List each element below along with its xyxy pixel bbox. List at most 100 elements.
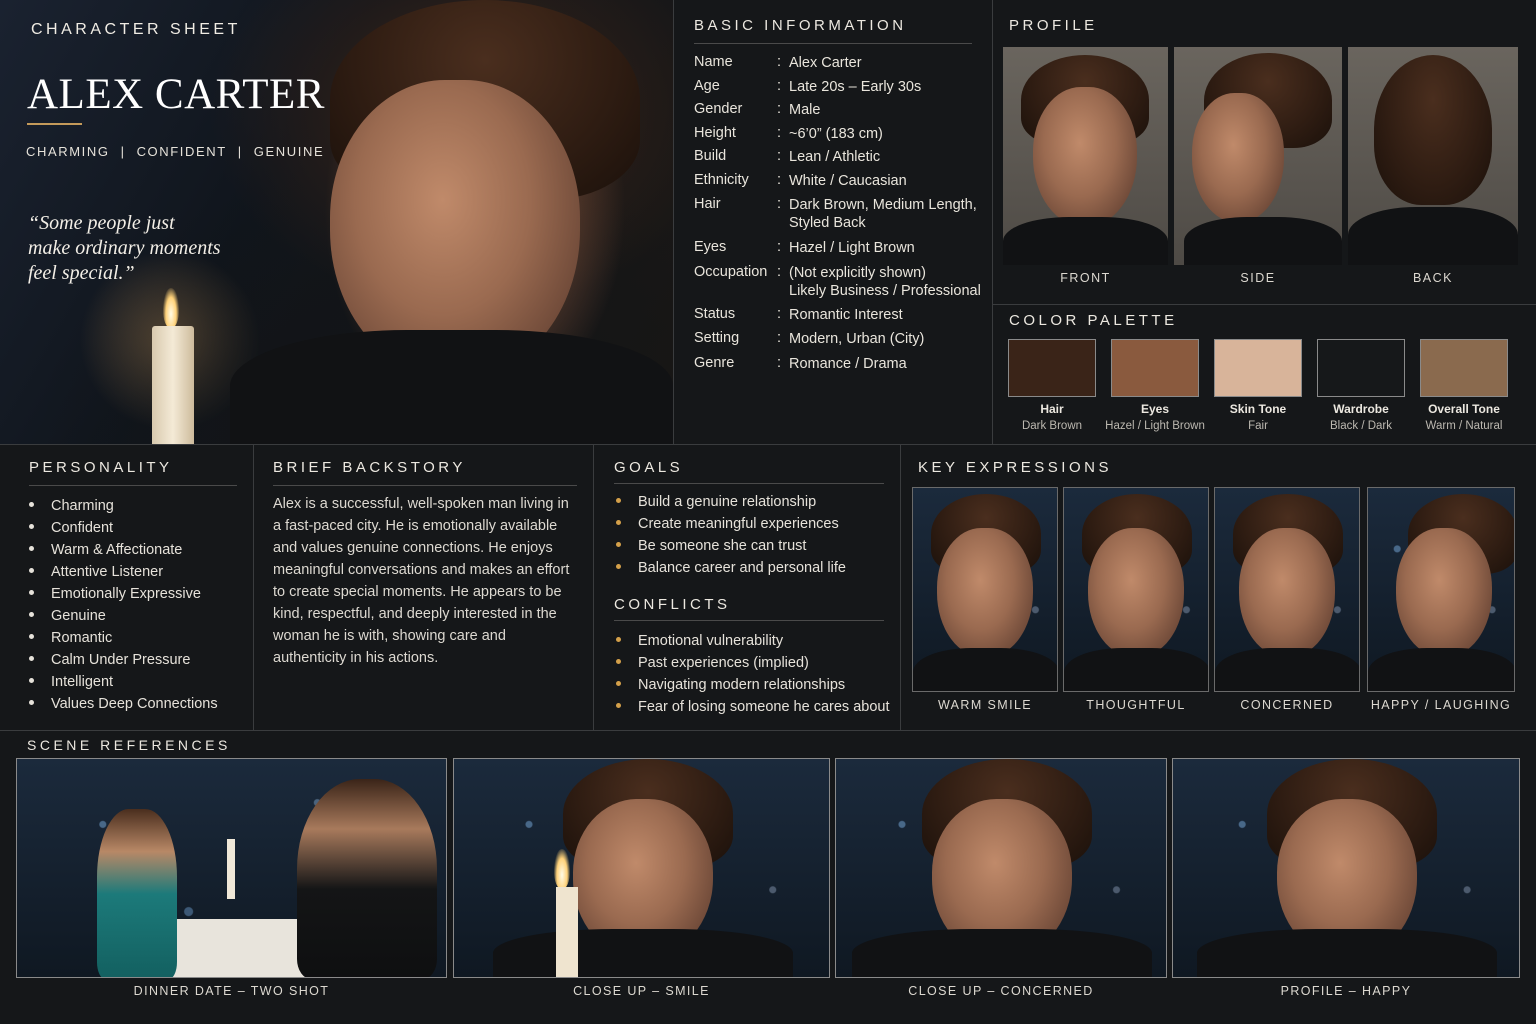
swatch-name: Wardrobe <box>1333 402 1389 416</box>
list-item: Emotional vulnerability <box>614 630 889 652</box>
goals-title: GOALS <box>614 459 684 476</box>
scenes-title: SCENE REFERENCES <box>27 737 231 753</box>
sheet-kicker: CHARACTER SHEET <box>31 21 241 38</box>
info-value-line: Likely Business / Professional <box>789 283 981 299</box>
divider <box>992 0 993 444</box>
info-value-line: Hazel / Light Brown <box>789 240 915 256</box>
info-value: (Not explicitly shown) Likely Business / … <box>789 264 989 300</box>
trait-separator: | <box>120 144 126 159</box>
candle-icon <box>227 839 235 899</box>
info-label: Name <box>694 54 733 70</box>
info-value: Hazel / Light Brown <box>789 239 989 257</box>
backstory-line: a fast-paced city. He is emotionally ava… <box>273 518 558 534</box>
list-item: Warm & Affectionate <box>27 539 218 561</box>
info-colon: : <box>777 196 782 212</box>
info-value: Lean / Athletic <box>789 148 989 166</box>
info-row: Build: Lean / Athletic <box>694 148 984 168</box>
trait-separator: | <box>237 144 243 159</box>
backstory-title: BRIEF BACKSTORY <box>273 459 466 476</box>
quote-line: “Some people just <box>28 212 175 234</box>
list-item: Emotionally Expressive <box>27 583 218 605</box>
info-row: Height: ~6’0” (183 cm) <box>694 125 984 145</box>
basic-info-title: BASIC INFORMATION <box>694 17 907 34</box>
conflicts-title: CONFLICTS <box>614 596 731 613</box>
list-item: Build a genuine relationship <box>614 491 846 513</box>
info-colon: : <box>777 101 782 117</box>
divider <box>0 444 1536 445</box>
divider <box>900 445 901 730</box>
candle-image <box>152 326 194 444</box>
scene-image <box>16 758 447 978</box>
quote-line: feel special.” <box>28 262 135 284</box>
swatch-value: Fair <box>1248 420 1268 432</box>
scene-image <box>1172 758 1520 978</box>
swatch-value: Black / Dark <box>1330 420 1392 432</box>
info-label: Occupation <box>694 264 768 280</box>
name-underline <box>27 123 82 125</box>
candle-flame-icon <box>163 288 179 328</box>
info-colon: : <box>777 172 782 188</box>
info-label: Status <box>694 306 736 322</box>
info-value-line: Late 20s – Early 30s <box>789 79 922 95</box>
expression-image <box>1214 487 1360 692</box>
list-item: Create meaningful experiences <box>614 513 846 535</box>
expression-image <box>912 487 1058 692</box>
color-swatch <box>1111 339 1199 397</box>
info-value-line: Male <box>789 102 821 118</box>
info-value-line: Styled Back <box>789 215 866 231</box>
swatch-value: Dark Brown <box>1021 420 1083 432</box>
scene-label: CLOSE UP – CONCERNED <box>908 984 1094 998</box>
backstory-line: authenticity in his actions. <box>273 650 439 666</box>
swatch-name: Eyes <box>1140 402 1170 416</box>
personality-list: Charming Confident Warm & Affectionate Atte… <box>27 495 218 715</box>
info-value-line: ~6’0” (183 cm) <box>789 126 883 142</box>
character-quote: “Some people just make ordinary moments … <box>28 211 278 286</box>
info-label: Setting <box>694 330 740 346</box>
info-value-line: Modern, Urban (City) <box>789 331 925 347</box>
candle-flame-icon <box>554 849 570 889</box>
scene-image <box>453 758 830 978</box>
info-row: Hair: Dark Brown, Medium Length, Styled Ba… <box>694 196 984 236</box>
info-colon: : <box>777 125 782 141</box>
info-value: Romantic Interest <box>789 306 989 324</box>
section-rule <box>694 43 972 44</box>
goals-list: Build a genuine relationship Create meani… <box>614 491 846 579</box>
info-value: Male <box>789 101 989 119</box>
profile-label: SIDE <box>1240 271 1276 285</box>
backstory-line: woman he is with, showing care and <box>273 628 506 644</box>
backstory-line: and values genuine connections. He enjoy… <box>273 540 553 556</box>
backstory-text: Alex is a successful, well-spoken man li… <box>273 493 573 669</box>
info-colon: : <box>777 355 782 371</box>
info-value-line: Romance / Drama <box>789 356 907 372</box>
info-colon: : <box>777 54 782 70</box>
info-label: Eyes <box>694 239 727 255</box>
info-row: Genre: Romance / Drama <box>694 355 984 375</box>
info-colon: : <box>777 264 782 280</box>
info-value: White / Caucasian <box>789 172 989 190</box>
info-value: Dark Brown, Medium Length, Styled Back <box>789 196 989 232</box>
profile-back-image <box>1348 47 1518 265</box>
info-row: Eyes: Hazel / Light Brown <box>694 239 984 259</box>
scene-image <box>835 758 1167 978</box>
expression-label: CONCERNED <box>1240 698 1334 712</box>
list-item: Intelligent <box>27 671 218 693</box>
list-item: Values Deep Connections <box>27 693 218 715</box>
info-label: Hair <box>694 196 721 212</box>
info-value-line: Alex Carter <box>789 55 862 71</box>
expression-label: THOUGHTFUL <box>1086 698 1186 712</box>
backstory-line: kind, respectful, and deeply interested … <box>273 606 557 622</box>
expression-label: WARM SMILE <box>937 698 1033 712</box>
list-item: Charming <box>27 495 218 517</box>
info-value-line: Romantic Interest <box>789 307 903 323</box>
list-item: Confident <box>27 517 218 539</box>
info-value-line: Dark Brown, Medium Length, <box>789 197 977 213</box>
list-item: Fear of losing someone he cares about <box>614 696 889 718</box>
divider <box>253 445 254 730</box>
info-row: Ethnicity: White / Caucasian <box>694 172 984 192</box>
info-value: Late 20s – Early 30s <box>789 78 989 96</box>
info-value-line: Lean / Athletic <box>789 149 881 165</box>
trait-tag: CHARMING <box>26 144 110 159</box>
swatch-name: Hair <box>1040 402 1064 416</box>
section-rule <box>29 485 237 486</box>
expression-image <box>1063 487 1209 692</box>
